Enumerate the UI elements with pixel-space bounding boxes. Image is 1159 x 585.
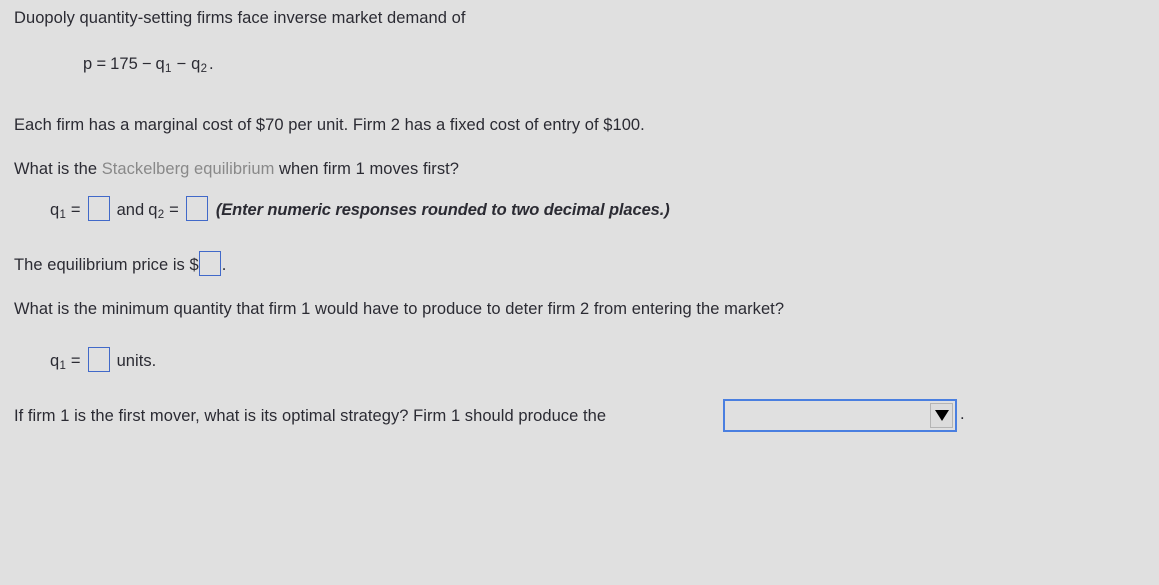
rounding-hint-text: (Enter numeric responses rounded to two … [215,201,670,219]
equation-minus-1: − [141,55,152,73]
exercise-page: Duopoly quantity-setting firms face inve… [0,0,1159,585]
quantity-answer-row: q1 = and q2 = (Enter numeric responses rounde… [50,196,670,221]
deterrence-question-text: What is the minimum quantity that firm 1… [14,300,785,318]
q2-input[interactable] [185,196,208,221]
equation-minus-2: − [176,55,187,73]
deter-q1-input[interactable] [87,347,110,372]
equation-lhs: p [83,55,93,73]
cost-statement-text: Each firm has a marginal cost of $70 per… [14,116,645,134]
equation-period: . [209,55,214,73]
q2-equals: = [169,201,179,219]
price-suffix: . [221,256,227,274]
q1-input[interactable] [87,196,110,221]
strategy-period: . [960,405,965,423]
q2-label: q [148,201,158,219]
dropdown-toggle-button[interactable] [930,403,953,428]
deterrence-answer-row: q1 = units. [50,347,156,372]
equilibrium-price-input[interactable] [198,251,221,276]
glossary-term-stackelberg-equilibrium[interactable]: Stackelberg equilibrium [102,160,275,178]
optimal-strategy-dropdown[interactable] [723,399,957,432]
equation-equals: = [96,55,107,73]
equation-q1-subscript: 1 [165,63,172,76]
strategy-question-text: If firm 1 is the first mover, what is it… [14,407,607,425]
equation-q2-subscript: 2 [200,63,208,76]
problem-intro-text: Duopoly quantity-setting firms face inve… [14,9,466,27]
question-suffix: when firm 1 moves first? [274,160,460,178]
equilibrium-price-row: The equilibrium price is $. [14,251,226,276]
q1-label-subscript: 1 [59,209,66,222]
price-prefix: The equilibrium price is $ [14,256,199,274]
q1-equals: = [70,201,81,219]
stackelberg-question: What is the Stackelberg equilibrium when… [14,159,459,179]
dropdown-selected-value [725,401,930,430]
chevron-down-icon [934,410,949,421]
equation-q2: q [191,55,201,73]
q2-label-subscript: 2 [157,209,165,222]
deter-q1-label-subscript: 1 [59,360,66,373]
equation-constant: 175 [110,55,138,73]
demand-equation: p = 175− q1− q2. [83,54,214,76]
units-suffix: units. [116,352,157,370]
equation-q1: q [155,55,166,73]
answer-conjunction: and [116,201,145,219]
deter-q1-equals: = [70,352,81,370]
question-prefix: What is the [14,160,102,178]
